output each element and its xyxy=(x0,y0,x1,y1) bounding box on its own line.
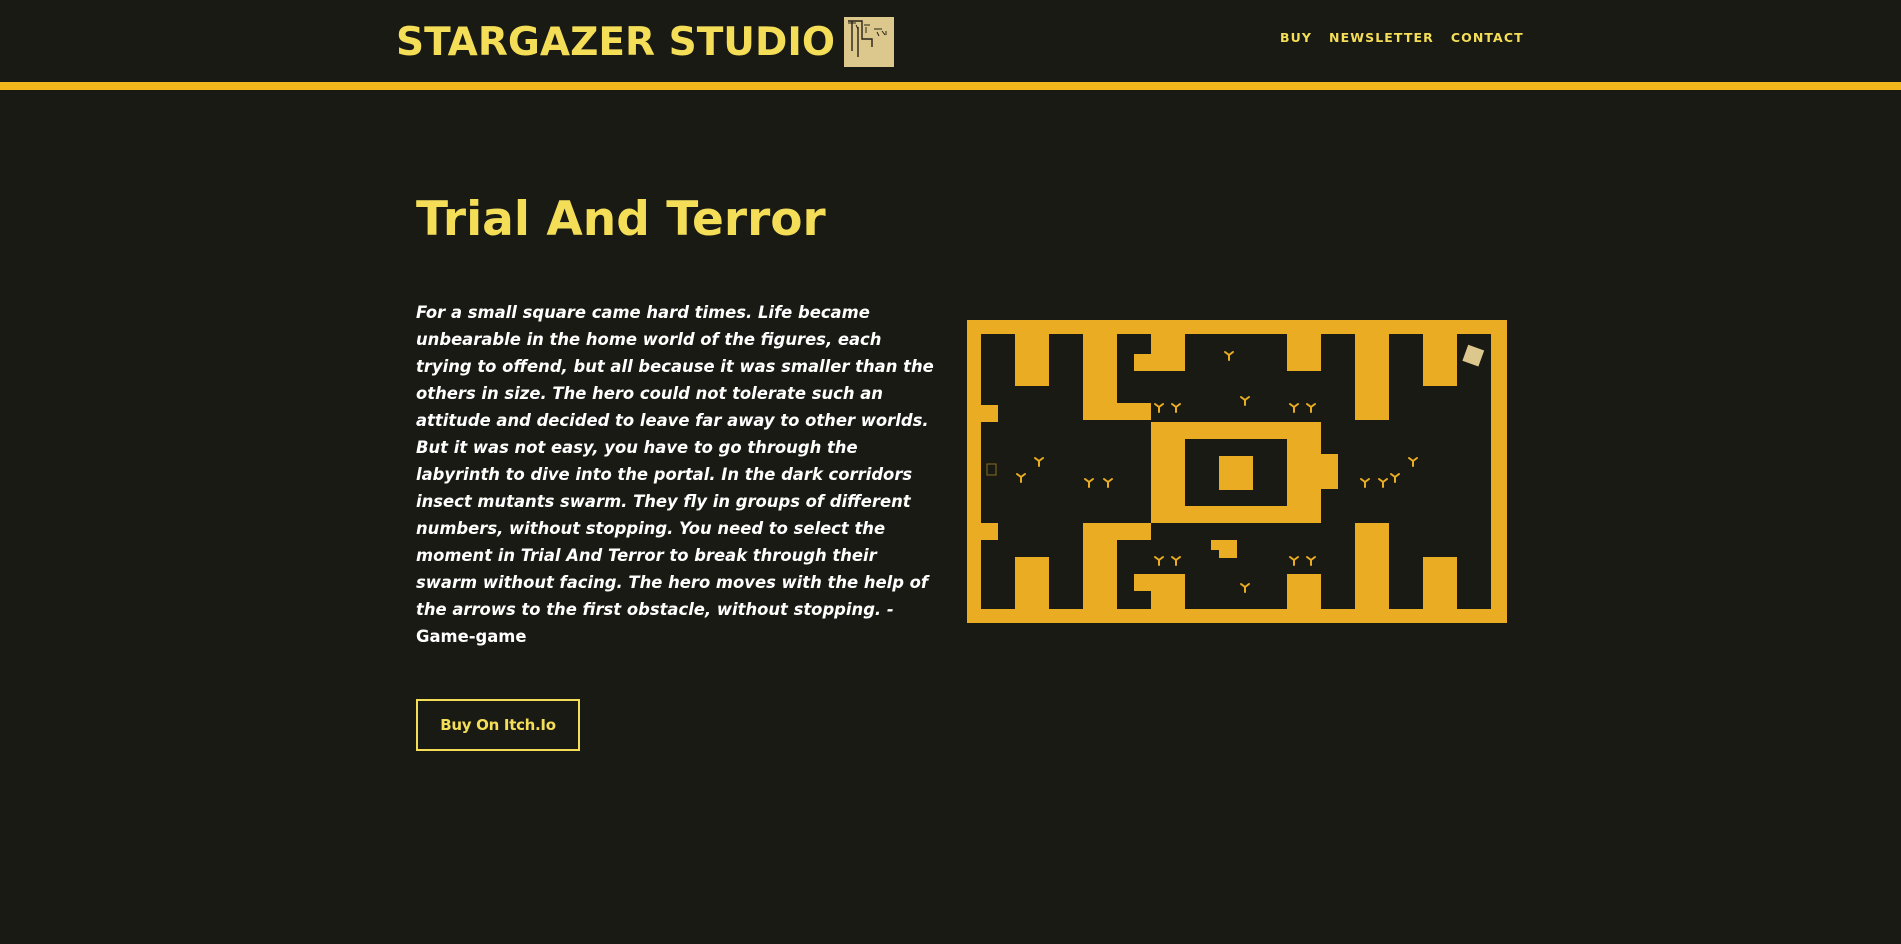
game-maze-screenshot-icon xyxy=(967,320,1507,623)
nav-link-buy[interactable]: BUY xyxy=(1280,30,1312,46)
game-title: Trial And Terror xyxy=(416,192,826,247)
main-nav: BUY NEWSLETTER CONTACT xyxy=(1280,30,1524,46)
description-text: For a small square came hard times. Life… xyxy=(416,303,934,619)
buy-on-itch-button[interactable]: Buy On Itch.Io xyxy=(416,699,580,751)
brand-title: STARGAZER STUDIO xyxy=(396,19,835,65)
nav-link-newsletter[interactable]: NEWSLETTER xyxy=(1329,30,1434,46)
site-header: STARGAZER STUDIO BUY NEWSLETTER CONTACT xyxy=(0,0,1901,90)
trial-and-terror-logo-icon xyxy=(844,17,894,67)
nav-link-contact[interactable]: CONTACT xyxy=(1451,30,1524,46)
game-description: For a small square came hard times. Life… xyxy=(416,299,936,650)
brand-link[interactable]: STARGAZER STUDIO xyxy=(396,15,894,69)
description-source: Game-game xyxy=(416,627,527,646)
